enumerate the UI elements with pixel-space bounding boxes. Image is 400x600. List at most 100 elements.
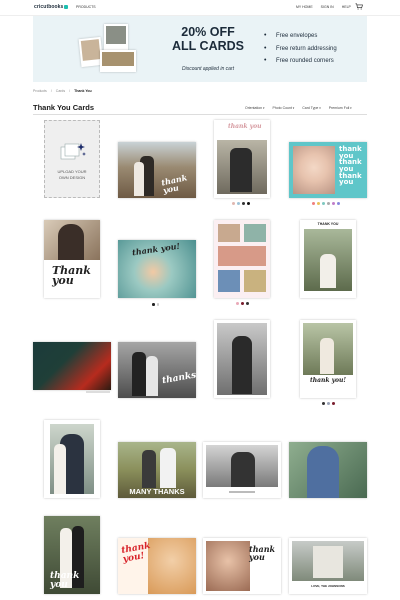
card-thumbnail[interactable] — [33, 342, 111, 390]
groom-figure — [132, 352, 146, 396]
color-swatch[interactable] — [236, 302, 239, 305]
card-photo — [293, 146, 335, 194]
breadcrumb-cards[interactable]: Cards — [56, 89, 65, 93]
card-thumbnail[interactable] — [203, 442, 281, 498]
groom-figure — [160, 448, 176, 488]
color-swatch[interactable] — [312, 202, 315, 205]
color-swatch[interactable] — [247, 202, 250, 205]
breadcrumb-products[interactable]: Products — [33, 89, 47, 93]
couple-figure — [231, 452, 255, 487]
card-script-text: Thank you — [52, 264, 91, 288]
card-thumbnail[interactable] — [289, 442, 367, 498]
card-thumbnail[interactable]: thank you! — [118, 240, 196, 298]
benefit-item: Free rounded corners — [264, 57, 337, 71]
card-thumbnail[interactable]: thank you — [214, 120, 270, 198]
color-swatch[interactable] — [327, 402, 330, 405]
card-script-text: thank you — [228, 123, 262, 130]
site-logo[interactable]: cricutbooks — [34, 4, 69, 10]
carousel-dot[interactable] — [156, 303, 159, 306]
card-photo — [206, 541, 250, 591]
breadcrumb: Products / Cards / Thank You — [33, 89, 92, 93]
couple-figure — [142, 450, 156, 488]
card-thumbnail[interactable]: thank you — [118, 142, 196, 198]
couple-figure — [320, 254, 336, 288]
card-thumbnail[interactable] — [214, 320, 270, 398]
card-thumbnail[interactable]: thank you — [44, 516, 100, 594]
card-header-text: THANK YOU — [317, 222, 339, 226]
filter-orientation-dropdown[interactable]: Orientation — [245, 106, 264, 110]
card-script-text: thank you — [50, 571, 80, 590]
card-thumbnail[interactable]: THANK YOU — [300, 220, 356, 298]
color-swatch[interactable] — [322, 202, 325, 205]
card-thumbnail[interactable]: thank you! — [300, 320, 356, 398]
color-swatch[interactable] — [242, 202, 245, 205]
card-thumbnail[interactable]: LOVE, THE JOHNSONS — [289, 538, 367, 594]
upload-own-design-label: UPLOAD YOUR OWN DESIGN — [45, 169, 99, 180]
card-thumbnail[interactable]: Thank you — [44, 220, 100, 298]
color-swatch[interactable] — [246, 302, 249, 305]
shopping-cart-icon[interactable] — [355, 3, 363, 10]
card-thumbnail[interactable]: thank you — [203, 538, 281, 594]
collage-photo — [244, 224, 266, 242]
color-swatches — [322, 402, 335, 405]
promo-headline-line2: ALL CARDS — [172, 39, 244, 53]
benefit-item: Free return addressing — [264, 45, 337, 59]
promo-subtitle: Discount applied in cart — [182, 66, 234, 72]
promo-headline: 20% OFF ALL CARDS — [158, 25, 258, 53]
card-footer-text: LOVE, THE JOHNSONS — [311, 584, 345, 588]
promo-card-stack-image — [78, 20, 140, 78]
color-swatch[interactable] — [322, 402, 325, 405]
logo-mark-icon — [64, 4, 69, 9]
card-thumbnail[interactable]: thank you thank you thank you — [289, 142, 367, 198]
help-link[interactable]: HELP — [342, 5, 351, 9]
couple-figure — [307, 446, 339, 498]
card-thumbnail[interactable] — [214, 220, 270, 298]
color-swatch[interactable] — [332, 202, 335, 205]
card-thumbnail[interactable]: thank you! — [118, 538, 196, 594]
building-shape — [313, 546, 343, 578]
collage-photo — [218, 224, 240, 242]
filter-photo-count-dropdown[interactable]: Photo Count — [272, 106, 294, 110]
couple-figure — [58, 224, 84, 260]
couple-figure — [232, 336, 252, 394]
upload-own-design-tile[interactable]: UPLOAD YOUR OWN DESIGN — [44, 120, 100, 198]
card-script-text: thank you! — [309, 377, 347, 384]
carousel-dots — [152, 303, 159, 306]
breadcrumb-current: Thank You — [74, 89, 92, 93]
sign-in-link[interactable]: SIGN IN — [321, 5, 334, 9]
bride-figure — [146, 356, 158, 396]
breadcrumb-separator: / — [50, 89, 52, 93]
card-script-text: thank you — [249, 544, 276, 562]
collage-photo — [218, 270, 240, 292]
card-caption — [229, 491, 255, 493]
color-swatch[interactable] — [317, 202, 320, 205]
filter-card-type-dropdown[interactable]: Card Type — [302, 106, 320, 110]
promo-benefits-list: Free envelopes Free return addressing Fr… — [264, 32, 337, 71]
bride-figure — [54, 444, 66, 494]
collage-photo — [244, 270, 266, 292]
nav-products-link[interactable]: PRODUCTS — [76, 5, 96, 9]
color-swatch[interactable] — [237, 202, 240, 205]
color-swatch[interactable] — [241, 302, 244, 305]
color-swatches — [232, 202, 250, 205]
card-caption — [86, 391, 110, 393]
benefit-item: Free envelopes — [264, 32, 337, 46]
carousel-dot[interactable] — [152, 303, 155, 306]
card-thumbnail[interactable]: thanks! — [118, 342, 196, 398]
color-swatch[interactable] — [327, 202, 330, 205]
filter-premium-foil-dropdown[interactable]: Premium Foil — [329, 106, 352, 110]
card-photo — [33, 342, 111, 390]
color-swatches — [312, 202, 340, 205]
color-swatch[interactable] — [232, 202, 235, 205]
title-divider — [33, 114, 367, 115]
filter-bar: Orientation Photo Count Card Type Premiu… — [245, 106, 352, 110]
color-swatch[interactable] — [332, 402, 335, 405]
my-home-link[interactable]: MY HOME — [296, 5, 313, 9]
card-thumbnail[interactable] — [44, 420, 100, 498]
upload-label-line2: OWN DESIGN — [58, 174, 86, 180]
bride-figure — [134, 162, 144, 196]
collage-photo — [218, 246, 266, 266]
logo-text: cricutbooks — [34, 4, 64, 10]
card-thumbnail[interactable]: MANY THANKS — [118, 442, 196, 498]
color-swatch[interactable] — [337, 202, 340, 205]
